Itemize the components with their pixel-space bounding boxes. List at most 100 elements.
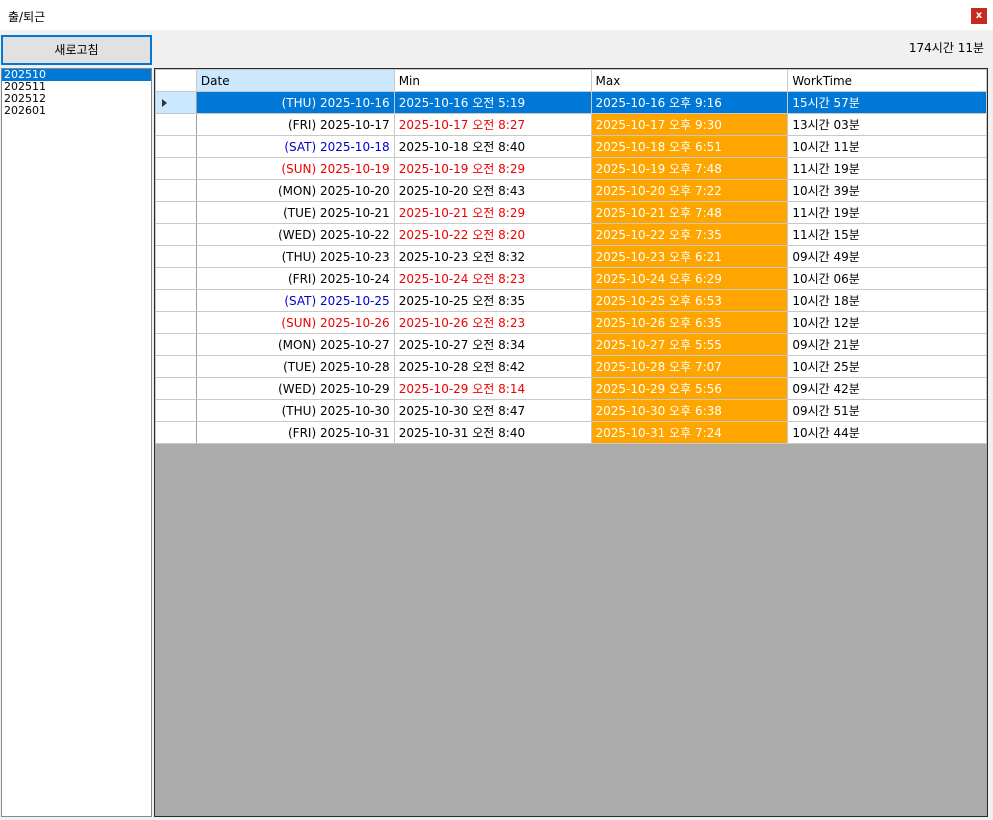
worktime-cell[interactable]: 11시간 15분 — [787, 223, 987, 246]
row-header[interactable] — [155, 289, 197, 312]
row-header[interactable] — [155, 311, 197, 334]
column-header-date[interactable]: Date — [195, 69, 395, 92]
worktime-cell[interactable]: 15시간 57분 — [787, 91, 987, 114]
max-cell[interactable]: 2025-10-27 오후 5:55 — [590, 333, 789, 356]
row-header-corner[interactable] — [155, 69, 197, 92]
worktime-cell[interactable]: 09시간 21분 — [787, 333, 987, 356]
min-cell[interactable]: 2025-10-31 오전 8:40 — [393, 421, 592, 444]
min-cell[interactable]: 2025-10-21 오전 8:29 — [393, 201, 592, 224]
worktime-cell[interactable]: 11시간 19분 — [787, 201, 987, 224]
table-row[interactable]: (SAT) 2025-10-25 2025-10-25 오전 8:35 2025-1… — [155, 289, 987, 312]
close-button[interactable]: x — [971, 8, 987, 24]
date-cell[interactable]: (THU) 2025-10-30 — [195, 399, 395, 422]
table-row[interactable]: (WED) 2025-10-22 2025-10-22 오전 8:20 2025-1… — [155, 223, 987, 246]
row-header[interactable] — [155, 201, 197, 224]
min-cell[interactable]: 2025-10-27 오전 8:34 — [393, 333, 592, 356]
max-cell[interactable]: 2025-10-28 오후 7:07 — [590, 355, 789, 378]
row-header[interactable] — [155, 179, 197, 202]
max-cell[interactable]: 2025-10-16 오후 9:16 — [590, 91, 789, 114]
max-cell[interactable]: 2025-10-23 오후 6:21 — [590, 245, 789, 268]
min-cell[interactable]: 2025-10-17 오전 8:27 — [393, 113, 592, 136]
table-row[interactable]: (FRI) 2025-10-24 2025-10-24 오전 8:23 2025-1… — [155, 267, 987, 290]
max-cell[interactable]: 2025-10-18 오후 6:51 — [590, 135, 789, 158]
worktime-cell[interactable]: 10시간 06분 — [787, 267, 987, 290]
worktime-cell[interactable]: 09시간 42분 — [787, 377, 987, 400]
min-cell[interactable]: 2025-10-30 오전 8:47 — [393, 399, 592, 422]
max-cell[interactable]: 2025-10-24 오후 6:29 — [590, 267, 789, 290]
date-cell[interactable]: (SUN) 2025-10-19 — [195, 157, 395, 180]
worktime-cell[interactable]: 10시간 18분 — [787, 289, 987, 312]
min-cell[interactable]: 2025-10-24 오전 8:23 — [393, 267, 592, 290]
max-cell[interactable]: 2025-10-31 오후 7:24 — [590, 421, 789, 444]
table-row[interactable]: (THU) 2025-10-30 2025-10-30 오전 8:47 2025-1… — [155, 399, 987, 422]
min-cell[interactable]: 2025-10-18 오전 8:40 — [393, 135, 592, 158]
row-header[interactable] — [155, 421, 197, 444]
min-cell[interactable]: 2025-10-22 오전 8:20 — [393, 223, 592, 246]
month-list[interactable]: 202510 202511 202512 202601 — [1, 68, 152, 817]
row-header[interactable] — [155, 91, 197, 114]
table-row[interactable]: (MON) 2025-10-27 2025-10-27 오전 8:34 2025-1… — [155, 333, 987, 356]
worktime-cell[interactable]: 10시간 44분 — [787, 421, 987, 444]
table-row[interactable]: (SUN) 2025-10-19 2025-10-19 오전 8:29 2025-1… — [155, 157, 987, 180]
date-cell[interactable]: (TUE) 2025-10-28 — [195, 355, 395, 378]
worktime-cell[interactable]: 09시간 51분 — [787, 399, 987, 422]
max-cell[interactable]: 2025-10-29 오후 5:56 — [590, 377, 789, 400]
worktime-cell[interactable]: 10시간 25분 — [787, 355, 987, 378]
date-cell[interactable]: (FRI) 2025-10-17 — [195, 113, 395, 136]
table-row[interactable]: (WED) 2025-10-29 2025-10-29 오전 8:14 2025-1… — [155, 377, 987, 400]
worktime-cell[interactable]: 11시간 19분 — [787, 157, 987, 180]
table-row[interactable]: (MON) 2025-10-20 2025-10-20 오전 8:43 2025-1… — [155, 179, 987, 202]
date-cell[interactable]: (THU) 2025-10-16 — [195, 91, 395, 114]
row-header[interactable] — [155, 399, 197, 422]
date-cell[interactable]: (MON) 2025-10-27 — [195, 333, 395, 356]
month-list-item[interactable]: 202601 — [2, 105, 151, 117]
min-cell[interactable]: 2025-10-16 오전 5:19 — [393, 91, 592, 114]
date-cell[interactable]: (SAT) 2025-10-25 — [195, 289, 395, 312]
max-cell[interactable]: 2025-10-26 오후 6:35 — [590, 311, 789, 334]
worktime-cell[interactable]: 10시간 11분 — [787, 135, 987, 158]
date-cell[interactable]: (SUN) 2025-10-26 — [195, 311, 395, 334]
max-cell[interactable]: 2025-10-22 오후 7:35 — [590, 223, 789, 246]
max-cell[interactable]: 2025-10-20 오후 7:22 — [590, 179, 789, 202]
row-header[interactable] — [155, 355, 197, 378]
row-header[interactable] — [155, 267, 197, 290]
worktime-cell[interactable]: 13시간 03분 — [787, 113, 987, 136]
table-row[interactable]: (SUN) 2025-10-26 2025-10-26 오전 8:23 2025-1… — [155, 311, 987, 334]
date-cell[interactable]: (THU) 2025-10-23 — [195, 245, 395, 268]
worktime-cell[interactable]: 09시간 49분 — [787, 245, 987, 268]
row-header[interactable] — [155, 245, 197, 268]
row-header[interactable] — [155, 333, 197, 356]
date-cell[interactable]: (WED) 2025-10-22 — [195, 223, 395, 246]
max-cell[interactable]: 2025-10-21 오후 7:48 — [590, 201, 789, 224]
row-header[interactable] — [155, 223, 197, 246]
date-cell[interactable]: (MON) 2025-10-20 — [195, 179, 395, 202]
max-cell[interactable]: 2025-10-19 오후 7:48 — [590, 157, 789, 180]
table-row[interactable]: (TUE) 2025-10-28 2025-10-28 오전 8:42 2025-1… — [155, 355, 987, 378]
max-cell[interactable]: 2025-10-30 오후 6:38 — [590, 399, 789, 422]
max-cell[interactable]: 2025-10-17 오후 9:30 — [590, 113, 789, 136]
table-row[interactable]: (FRI) 2025-10-17 2025-10-17 오전 8:27 2025-1… — [155, 113, 987, 136]
row-header[interactable] — [155, 135, 197, 158]
row-header[interactable] — [155, 377, 197, 400]
min-cell[interactable]: 2025-10-20 오전 8:43 — [393, 179, 592, 202]
table-row[interactable]: (FRI) 2025-10-31 2025-10-31 오전 8:40 2025-1… — [155, 421, 987, 444]
date-cell[interactable]: (FRI) 2025-10-31 — [195, 421, 395, 444]
worktime-cell[interactable]: 10시간 12분 — [787, 311, 987, 334]
min-cell[interactable]: 2025-10-28 오전 8:42 — [393, 355, 592, 378]
table-row[interactable]: (THU) 2025-10-23 2025-10-23 오전 8:32 2025-1… — [155, 245, 987, 268]
min-cell[interactable]: 2025-10-25 오전 8:35 — [393, 289, 592, 312]
date-cell[interactable]: (SAT) 2025-10-18 — [195, 135, 395, 158]
min-cell[interactable]: 2025-10-26 오전 8:23 — [393, 311, 592, 334]
table-row[interactable]: (TUE) 2025-10-21 2025-10-21 오전 8:29 2025-1… — [155, 201, 987, 224]
column-header-min[interactable]: Min — [393, 69, 592, 92]
min-cell[interactable]: 2025-10-19 오전 8:29 — [393, 157, 592, 180]
max-cell[interactable]: 2025-10-25 오후 6:53 — [590, 289, 789, 312]
min-cell[interactable]: 2025-10-23 오전 8:32 — [393, 245, 592, 268]
table-row[interactable]: (SAT) 2025-10-18 2025-10-18 오전 8:40 2025-1… — [155, 135, 987, 158]
column-header-max[interactable]: Max — [590, 69, 789, 92]
table-row[interactable]: (THU) 2025-10-16 2025-10-16 오전 5:19 2025-1… — [155, 91, 987, 114]
column-header-worktime[interactable]: WorkTime — [787, 69, 987, 92]
row-header[interactable] — [155, 113, 197, 136]
date-cell[interactable]: (FRI) 2025-10-24 — [195, 267, 395, 290]
row-header[interactable] — [155, 157, 197, 180]
